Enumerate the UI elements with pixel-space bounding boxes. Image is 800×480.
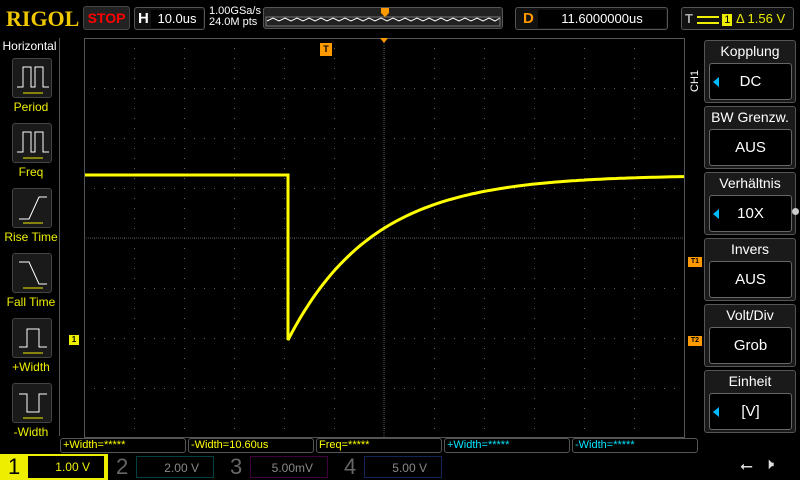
- acquisition-info: 1.00GSa/s 24.0M pts: [209, 6, 261, 28]
- menu-title: Invers: [730, 241, 770, 257]
- menu-kopplung[interactable]: Kopplung DC: [704, 40, 796, 103]
- menu-value: DC: [739, 73, 762, 90]
- measure-label: Rise Time: [4, 230, 58, 244]
- menu-value: Grob: [733, 337, 768, 354]
- measure-0-icon: [17, 66, 49, 94]
- trigger-position-icon: [381, 8, 389, 17]
- menu-value: AUS: [735, 139, 766, 156]
- measure-period-button[interactable]: [12, 58, 52, 98]
- measure-1-icon: [17, 131, 49, 159]
- timebase-box[interactable]: H 10.0us: [134, 7, 205, 30]
- ch1-ground-marker[interactable]: 1: [69, 335, 79, 345]
- measurement-result[interactable]: +Width=*****: [444, 438, 570, 453]
- menu-bw-grenzw-[interactable]: BW Grenzw. AUS: [704, 106, 796, 169]
- run-stop-status[interactable]: STOP: [83, 6, 130, 30]
- d-label: D: [523, 10, 534, 27]
- menu-invers[interactable]: Invers AUS: [704, 238, 796, 301]
- channel-4-button[interactable]: 4 5.00 V: [336, 454, 448, 480]
- channel-3-button[interactable]: 3 5.00mV: [222, 454, 334, 480]
- measurement-result[interactable]: -Width=10.60us: [188, 438, 314, 453]
- measure-label: Freq: [18, 165, 44, 179]
- channel-2-button[interactable]: 2 2.00 V: [108, 454, 220, 480]
- menu-value: [V]: [741, 403, 760, 420]
- measure-4-icon: [19, 328, 47, 354]
- menu-volt-div[interactable]: Volt/Div Grob: [704, 304, 796, 367]
- measure-label: Fall Time: [6, 295, 56, 309]
- trigger-box[interactable]: T 1 Δ 1.56 V: [681, 7, 794, 30]
- measure-freq-button[interactable]: [12, 123, 52, 163]
- measure-label: -Width: [13, 425, 49, 439]
- delay-value: 11.6000000us: [538, 10, 666, 28]
- menu-value: AUS: [735, 271, 766, 288]
- channel-scale: 2.00 V: [136, 456, 214, 478]
- channel-tag: CH1: [689, 69, 701, 92]
- measurement-result[interactable]: -Width=*****: [572, 438, 698, 453]
- measure--width-button[interactable]: [12, 318, 52, 358]
- menu-title: BW Grenzw.: [711, 109, 789, 125]
- menu-title: Volt/Div: [726, 307, 774, 323]
- measure-label: Period: [13, 100, 49, 114]
- measure-5-icon: [19, 393, 47, 419]
- h-label: H: [138, 10, 149, 27]
- measure-rise-time-button[interactable]: [12, 188, 52, 228]
- menu-title: Einheit: [728, 373, 772, 389]
- waveform-grid: [84, 38, 685, 438]
- measure--width-button[interactable]: [12, 383, 52, 423]
- timebase-value: 10.0us: [151, 10, 203, 28]
- channel-scale: 1.00 V: [28, 456, 104, 478]
- trigger-level: Δ 1.56 V: [735, 11, 786, 26]
- channel-number: 2: [116, 454, 129, 479]
- speaker-muted-icon: 🕨: [764, 456, 775, 473]
- delay-box[interactable]: D 11.6000000us: [515, 7, 668, 30]
- arrow-left-icon: [713, 209, 719, 219]
- trigger-marker[interactable]: T: [320, 43, 332, 56]
- t-label: T: [685, 11, 693, 26]
- memory-overview: [263, 7, 503, 29]
- measurement-result[interactable]: +Width=*****: [60, 438, 186, 453]
- measure-label: +Width: [12, 360, 50, 374]
- measurement-result[interactable]: Freq=*****: [316, 438, 442, 453]
- menu-value: 10X: [737, 205, 764, 222]
- channel-number: 3: [230, 454, 243, 479]
- t1-marker[interactable]: T1: [688, 257, 702, 267]
- menu-title: Verhältnis: [719, 175, 781, 191]
- arrow-left-icon: [713, 407, 719, 417]
- arrow-left-icon: [713, 77, 719, 87]
- measure-3-icon: [19, 261, 47, 289]
- page-dot-icon: [792, 208, 799, 215]
- channel-1-button[interactable]: 1 1.00 V: [0, 454, 108, 480]
- menu-einheit[interactable]: Einheit [V]: [704, 370, 796, 433]
- channel-scale: 5.00mV: [250, 456, 328, 478]
- channel-scale: 5.00 V: [364, 456, 442, 478]
- ch1-waveform: [85, 173, 684, 341]
- center-marker-icon: [380, 38, 388, 43]
- usb-icon: ⭠: [740, 458, 753, 475]
- menu-title: Horizontal: [2, 39, 57, 53]
- rigol-logo: RIGOL: [6, 6, 80, 31]
- trigger-source: 1: [722, 14, 733, 26]
- measure-fall-time-button[interactable]: [12, 253, 52, 293]
- menu-title: Kopplung: [720, 43, 780, 59]
- t2-marker[interactable]: T2: [688, 336, 702, 346]
- edge-trigger-icon: [696, 15, 719, 24]
- measure-2-icon: [19, 196, 47, 224]
- channel-number: 1: [8, 454, 21, 479]
- channel-number: 4: [344, 454, 357, 479]
- menu-verh-ltnis[interactable]: Verhältnis 10X: [704, 172, 796, 235]
- memory-depth: 24.0M pts: [209, 16, 258, 28]
